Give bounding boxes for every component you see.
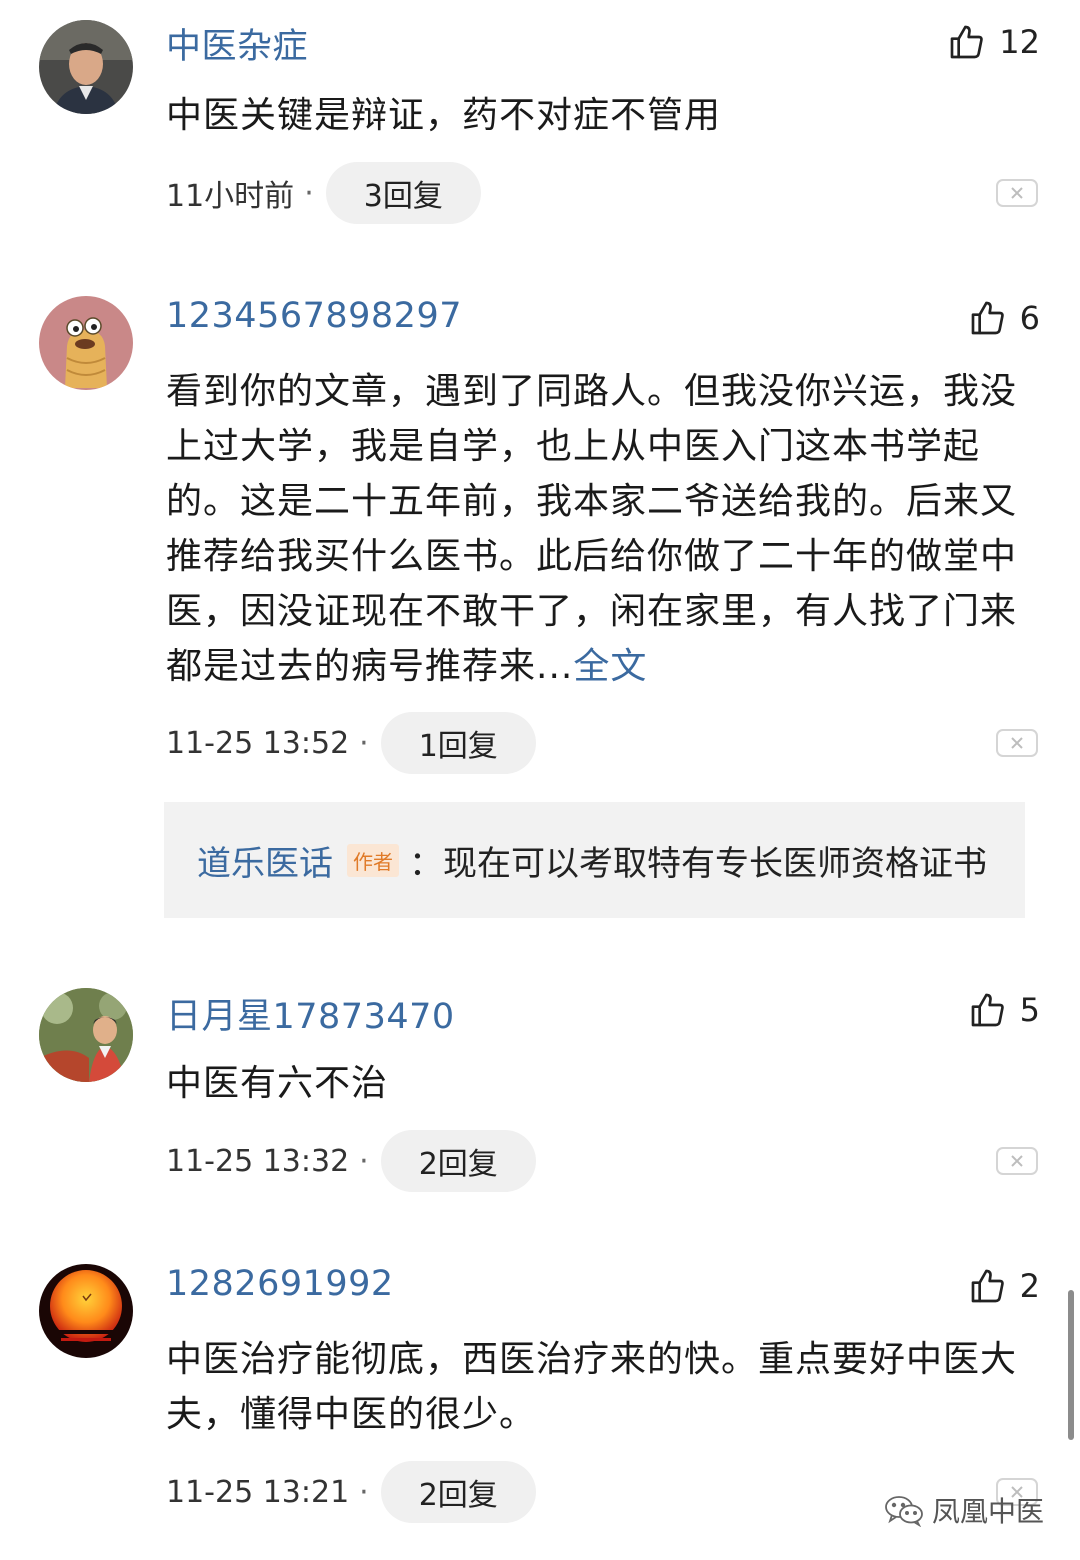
reply-count-button[interactable]: 1回复 — [380, 712, 536, 774]
wechat-icon — [885, 1496, 923, 1527]
timestamp: 11-25 13:32 — [166, 1143, 350, 1179]
like-button[interactable]: 12 — [947, 20, 1040, 64]
comment-text: 中医有六不治 — [166, 1063, 389, 1104]
username[interactable]: 1234567898297 — [166, 296, 462, 336]
username[interactable]: 中医杂症 — [166, 18, 308, 69]
username[interactable]: 日月星17873470 — [166, 988, 455, 1039]
timestamp: 11小时前 — [166, 179, 295, 214]
thumbs-up-icon — [971, 993, 1004, 1027]
scrollbar[interactable] — [1068, 1290, 1074, 1440]
dismiss-button[interactable] — [996, 729, 1038, 757]
comment-meta: 11-25 13:32 · 2回复 — [166, 1130, 536, 1192]
like-button[interactable]: 5 — [968, 988, 1040, 1032]
comment-meta: 11-25 13:52 · 1回复 — [166, 712, 536, 774]
reply-count-button[interactable]: 2回复 — [380, 1461, 536, 1523]
avatar[interactable] — [39, 296, 133, 390]
watermark: 凤凰中医 — [884, 1490, 1044, 1530]
reply-text: ：现在可以考取特有专长医师资格证书 — [409, 843, 987, 884]
like-button[interactable]: 2 — [968, 1264, 1040, 1308]
like-button[interactable]: 6 — [968, 296, 1040, 340]
like-count: 6 — [1019, 299, 1040, 337]
avatar[interactable] — [39, 1264, 133, 1358]
comment-meta: 11小时前 · 3回复 — [166, 162, 481, 224]
watermark-text: 凤凰中医 — [931, 1495, 1044, 1528]
close-icon — [1011, 737, 1023, 749]
close-icon — [1011, 1155, 1023, 1167]
expand-full-text-link[interactable]: 全文 — [573, 646, 647, 687]
reply-count-button[interactable]: 2回复 — [380, 1130, 536, 1192]
dismiss-button[interactable] — [996, 1147, 1038, 1175]
separator-dot: · — [359, 1474, 369, 1510]
close-icon — [1011, 187, 1023, 199]
separator-dot: · — [304, 175, 314, 211]
like-count: 2 — [1019, 1267, 1040, 1305]
author-badge: 作者 — [347, 843, 399, 877]
thumbs-up-icon — [971, 1269, 1004, 1303]
timestamp: 11-25 13:52 — [166, 725, 350, 761]
comment-text-content: 看到你的文章，遇到了同路人。但我没你兴运，我没上过大学，我是自学，也上从中医入门… — [166, 371, 1018, 687]
thumbs-up-icon — [950, 25, 984, 59]
author-reply-preview[interactable]: 道乐医话 作者 ：现在可以考取特有专长医师资格证书 — [164, 802, 1025, 918]
thumbs-up-icon — [971, 301, 1004, 335]
dismiss-button[interactable] — [996, 179, 1038, 207]
reply-author-name[interactable]: 道乐医话 — [197, 836, 333, 885]
username[interactable]: 1282691992 — [166, 1264, 394, 1304]
avatar[interactable] — [39, 988, 133, 1082]
comment-text: 中医治疗能彻底，西医治疗来的快。重点要好中医大夫，懂得中医的很少。 — [166, 1339, 1018, 1435]
timestamp: 11-25 13:21 — [166, 1474, 350, 1510]
comment-text: 中医关键是辩证，药不对症不管用 — [166, 95, 722, 136]
like-count: 5 — [1019, 991, 1040, 1029]
separator-dot: · — [359, 725, 369, 761]
separator-dot: · — [359, 1143, 369, 1179]
comment-text: 看到你的文章，遇到了同路人。但我没你兴运，我没上过大学，我是自学，也上从中医入门… — [166, 364, 1046, 694]
avatar[interactable] — [39, 20, 133, 114]
comment-meta: 11-25 13:21 · 2回复 — [166, 1461, 536, 1523]
like-count: 12 — [999, 23, 1040, 61]
reply-count-button[interactable]: 3回复 — [325, 162, 481, 224]
